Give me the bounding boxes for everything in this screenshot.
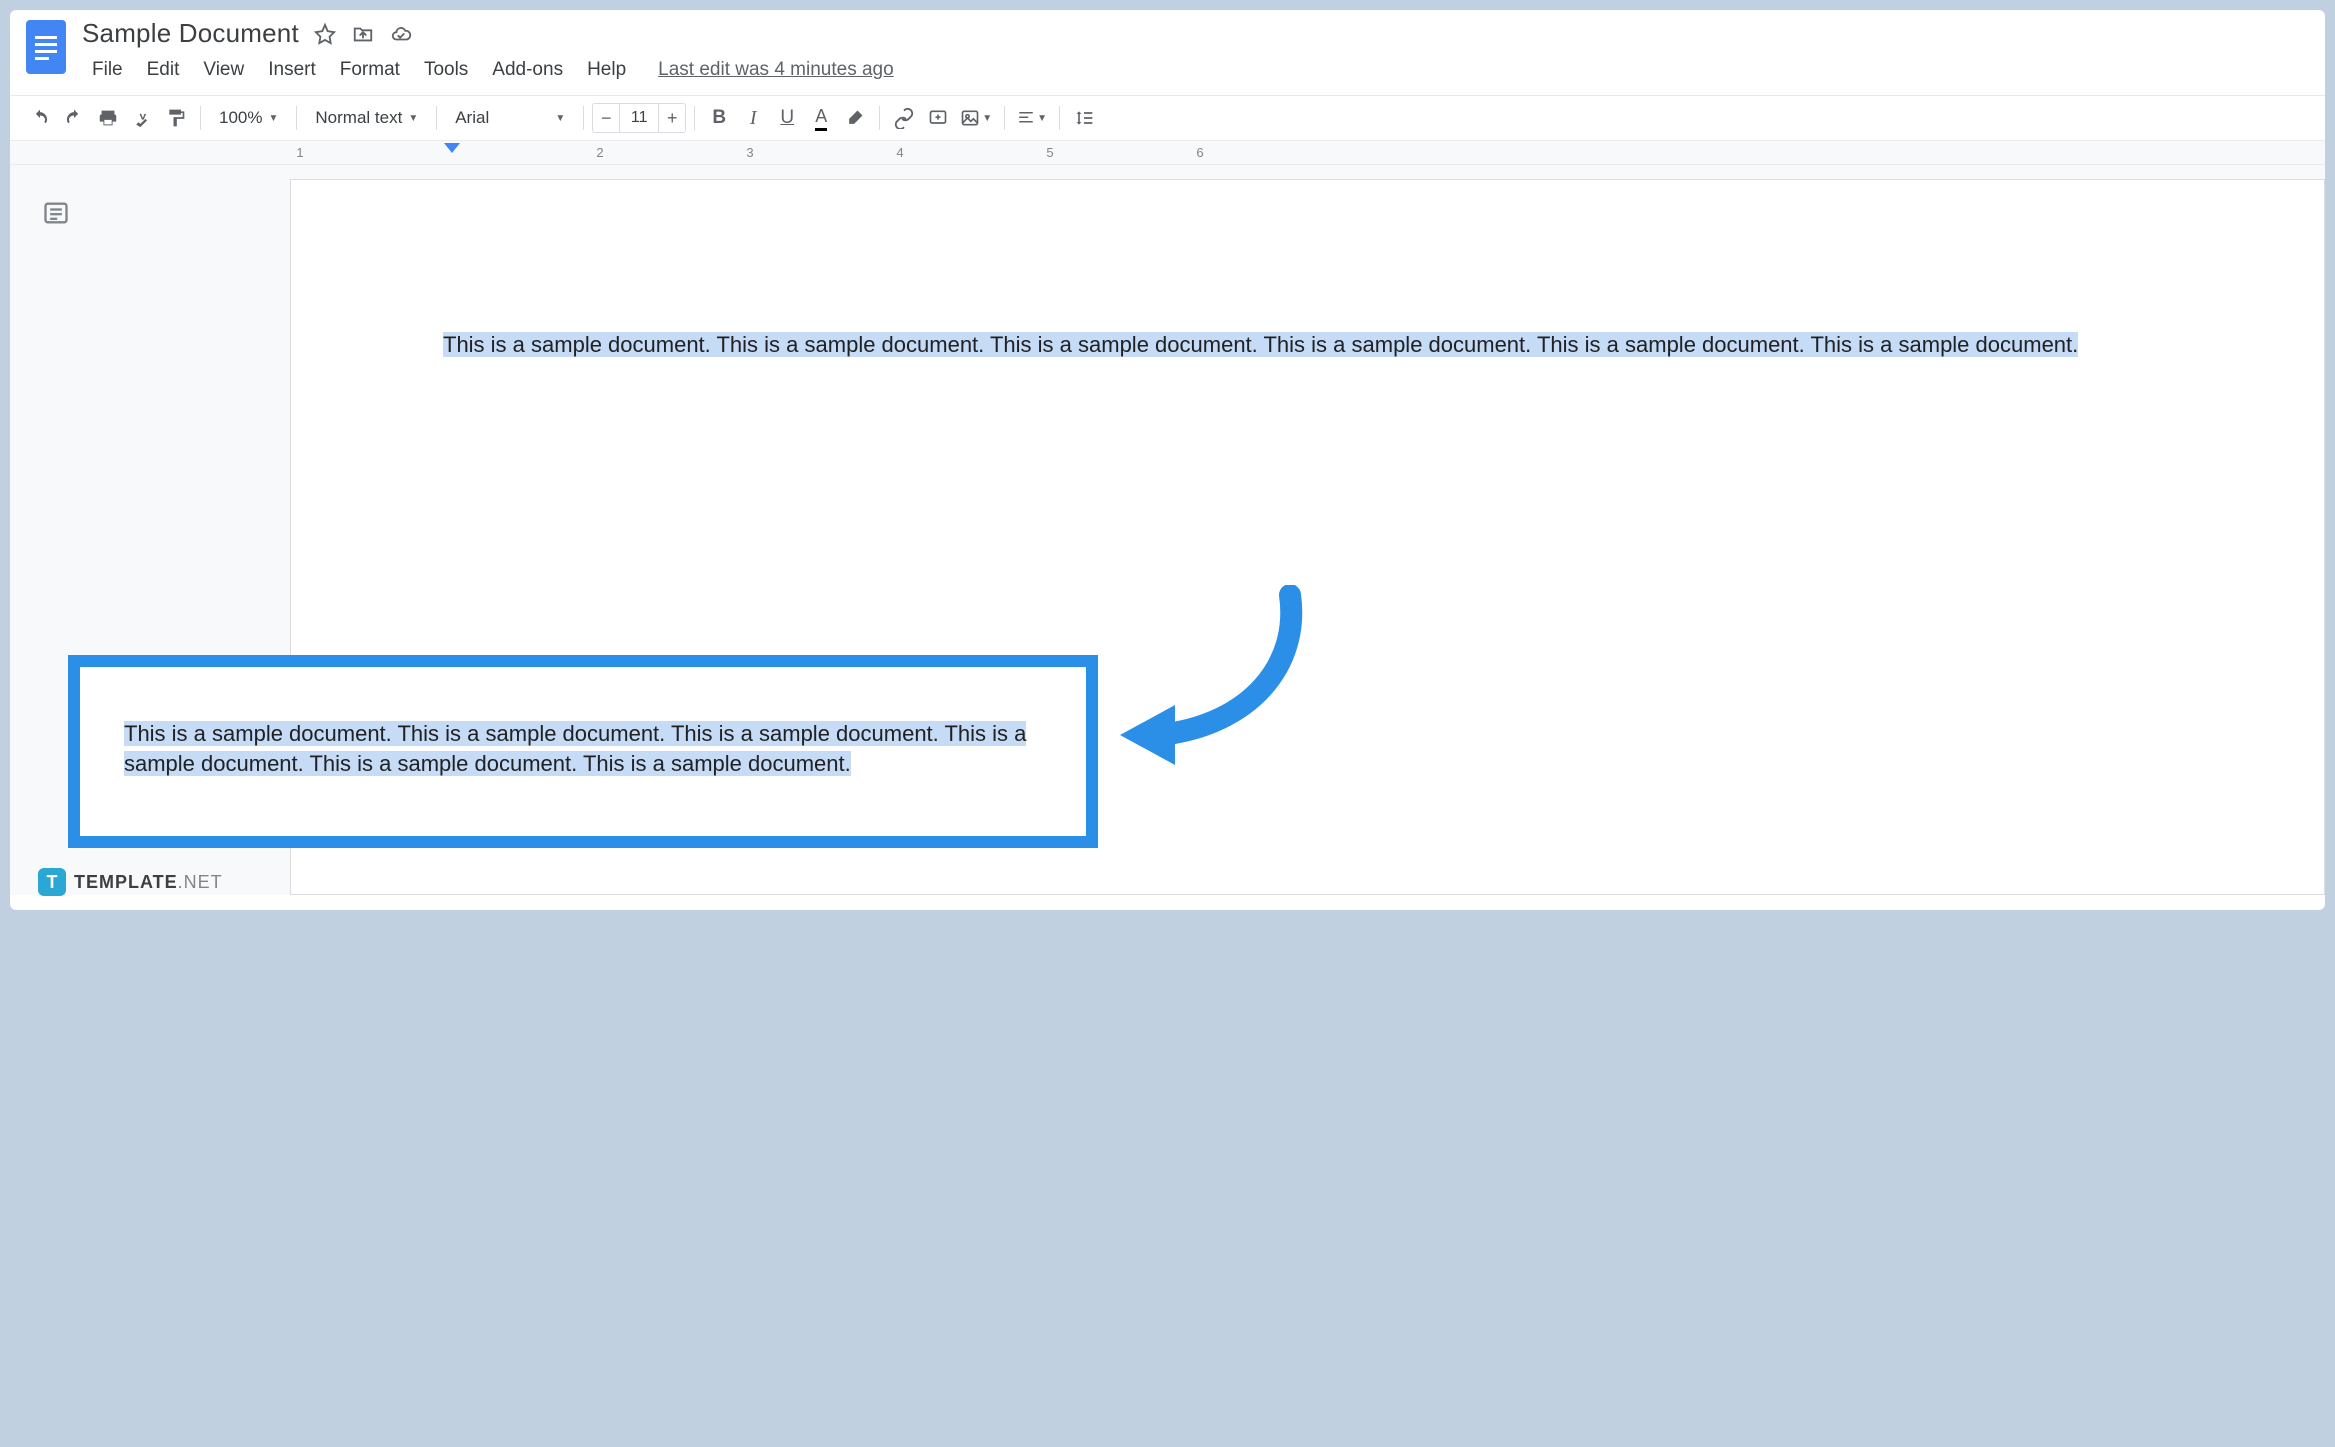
ruler-tick: 2	[596, 145, 603, 160]
underline-button[interactable]: U	[771, 102, 803, 134]
docs-logo-icon[interactable]	[24, 18, 68, 76]
line-spacing-button[interactable]	[1068, 102, 1100, 134]
print-button[interactable]	[92, 102, 124, 134]
move-icon[interactable]	[351, 22, 375, 46]
font-dropdown[interactable]: Arial▼	[445, 102, 575, 134]
text-color-button[interactable]: A	[805, 102, 837, 134]
spellcheck-button[interactable]	[126, 102, 158, 134]
menu-file[interactable]: File	[82, 55, 133, 85]
ruler[interactable]: 1 2 3 4 5 6	[10, 141, 2325, 165]
header: Sample Document File Edit View Insert Fo…	[10, 10, 2325, 85]
ruler-indent-icon[interactable]	[444, 143, 460, 162]
watermark: T TEMPLATE.NET	[38, 868, 223, 896]
style-dropdown[interactable]: Normal text▼	[305, 102, 428, 134]
menu-addons[interactable]: Add-ons	[482, 55, 573, 85]
cloud-status-icon[interactable]	[389, 22, 413, 46]
menu-bar: File Edit View Insert Format Tools Add-o…	[82, 55, 2311, 85]
menu-help[interactable]: Help	[577, 55, 636, 85]
separator	[879, 106, 880, 130]
decrease-font-button[interactable]: −	[593, 104, 619, 132]
separator	[1059, 106, 1060, 130]
link-button[interactable]	[888, 102, 920, 134]
ruler-tick: 3	[746, 145, 753, 160]
ruler-tick: 1	[296, 145, 303, 160]
separator	[694, 106, 695, 130]
undo-button[interactable]	[24, 102, 56, 134]
document-title[interactable]: Sample Document	[82, 18, 299, 49]
redo-button[interactable]	[58, 102, 90, 134]
canvas: This is a sample document. This is a sam…	[10, 165, 2325, 895]
zoom-dropdown[interactable]: 100%▼	[209, 102, 288, 134]
template-logo-icon: T	[38, 868, 66, 896]
callout-text: This is a sample document. This is a sam…	[124, 721, 1026, 776]
bold-button[interactable]: B	[703, 102, 735, 134]
menu-view[interactable]: View	[193, 55, 254, 85]
comment-button[interactable]	[922, 102, 954, 134]
menu-edit[interactable]: Edit	[137, 55, 190, 85]
toolbar: 100%▼ Normal text▼ Arial▼ − 11 + B I U A…	[10, 95, 2325, 141]
font-size-control: − 11 +	[592, 103, 686, 133]
separator	[436, 106, 437, 130]
separator	[296, 106, 297, 130]
highlight-button[interactable]	[839, 102, 871, 134]
outline-toggle-icon[interactable]	[38, 195, 74, 231]
paint-format-button[interactable]	[160, 102, 192, 134]
menu-format[interactable]: Format	[330, 55, 410, 85]
ruler-tick: 4	[896, 145, 903, 160]
ruler-tick: 5	[1046, 145, 1053, 160]
selected-text[interactable]: This is a sample document. This is a sam…	[443, 332, 2078, 357]
star-icon[interactable]	[313, 22, 337, 46]
app-window: Sample Document File Edit View Insert Fo…	[10, 10, 2325, 910]
ruler-tick: 6	[1196, 145, 1203, 160]
separator	[583, 106, 584, 130]
menu-tools[interactable]: Tools	[414, 55, 478, 85]
align-button[interactable]: ▼	[1013, 102, 1051, 134]
image-button[interactable]: ▼	[956, 102, 996, 134]
watermark-text: TEMPLATE.NET	[74, 872, 223, 893]
separator	[200, 106, 201, 130]
font-size-value[interactable]: 11	[619, 104, 659, 132]
last-edit-link[interactable]: Last edit was 4 minutes ago	[658, 59, 894, 81]
annotation-arrow-icon	[1100, 585, 1320, 770]
italic-button[interactable]: I	[737, 102, 769, 134]
annotation-callout: This is a sample document. This is a sam…	[68, 655, 1098, 848]
menu-insert[interactable]: Insert	[258, 55, 326, 85]
separator	[1004, 106, 1005, 130]
increase-font-button[interactable]: +	[659, 104, 685, 132]
